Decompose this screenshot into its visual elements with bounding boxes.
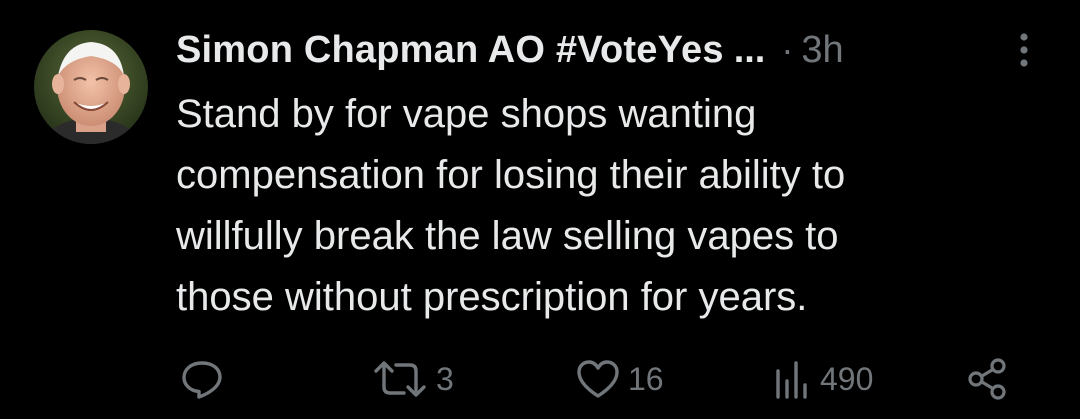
author-display-name[interactable]: Simon Chapman AO #VoteYes xyxy=(176,29,724,72)
heart-icon xyxy=(577,360,619,398)
tweet-header: Simon Chapman AO #VoteYes ... · 3h xyxy=(176,22,844,78)
views-count: 490 xyxy=(820,360,874,397)
retweet-count: 3 xyxy=(436,360,454,397)
more-vertical-icon xyxy=(1020,33,1028,67)
header-separator: · xyxy=(781,29,794,70)
like-count: 16 xyxy=(628,360,664,397)
share-button[interactable] xyxy=(964,354,1010,404)
share-icon xyxy=(968,358,1006,400)
reply-icon xyxy=(182,361,222,399)
more-options-button[interactable] xyxy=(1012,30,1036,70)
tweet-card[interactable]: Simon Chapman AO #VoteYes ... · 3h Stand… xyxy=(0,0,1080,419)
retweet-button[interactable]: 3 xyxy=(370,354,454,404)
avatar-photo xyxy=(34,30,148,144)
retweet-icon xyxy=(374,361,426,397)
tweet-text: Stand by for vape shops wanting compensa… xyxy=(176,92,846,319)
views-icon xyxy=(776,361,807,399)
tweet-timestamp[interactable]: 3h xyxy=(801,29,843,72)
reply-button[interactable] xyxy=(178,354,232,404)
name-truncation: ... xyxy=(733,28,766,71)
views-button[interactable]: 490 xyxy=(770,354,873,404)
like-button[interactable]: 16 xyxy=(574,354,664,404)
action-bar: 3 16 490 xyxy=(176,354,1016,404)
avatar[interactable] xyxy=(34,30,148,144)
